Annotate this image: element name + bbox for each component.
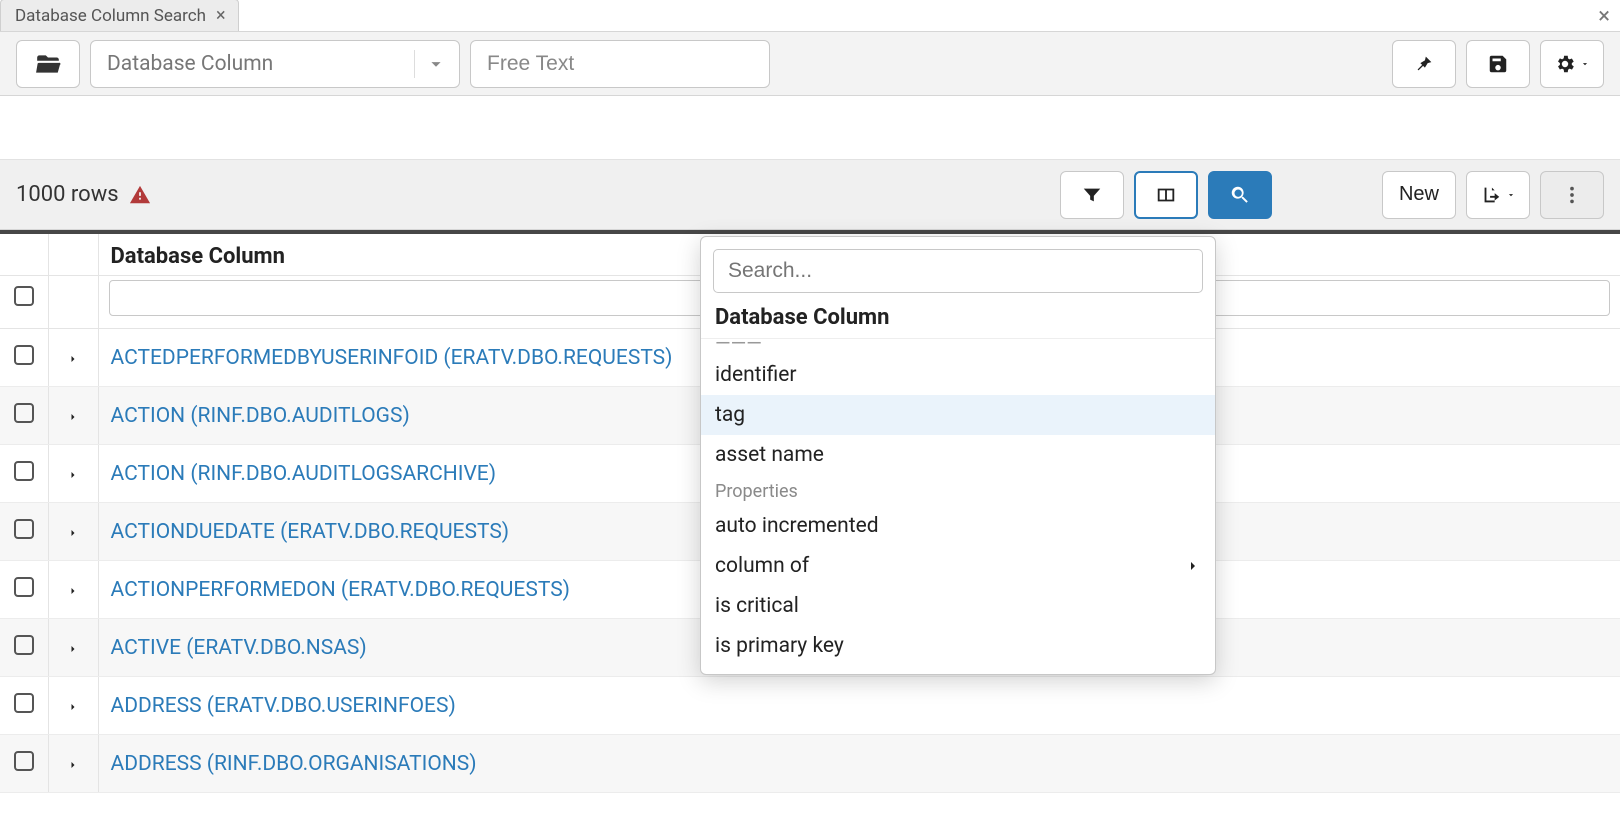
more-actions-button[interactable] bbox=[1540, 171, 1604, 219]
select-all-checkbox[interactable] bbox=[14, 286, 34, 306]
filter-button[interactable] bbox=[1060, 171, 1124, 219]
row-checkbox[interactable] bbox=[14, 635, 34, 655]
column-picker-item-label: auto incremented bbox=[715, 514, 879, 538]
column-picker-item-label: column of bbox=[715, 554, 809, 578]
criteria-bar bbox=[0, 96, 1620, 160]
caret-right-icon bbox=[67, 643, 79, 655]
chevron-down-icon bbox=[425, 53, 447, 75]
open-folder-button[interactable] bbox=[16, 40, 80, 88]
columns-icon bbox=[1155, 184, 1177, 206]
caret-right-icon bbox=[67, 759, 79, 771]
chevron-right-icon bbox=[1185, 558, 1201, 574]
export-icon bbox=[1480, 184, 1502, 206]
funnel-icon bbox=[1081, 184, 1103, 206]
row-link[interactable]: ACTION (RINF.DBO.AUDITLOGSARCHIVE) bbox=[111, 462, 497, 486]
new-button[interactable]: New bbox=[1382, 171, 1456, 219]
save-icon bbox=[1487, 53, 1509, 75]
caret-right-icon bbox=[67, 411, 79, 423]
column-picker-group-label: Properties bbox=[701, 475, 1215, 506]
columns-button[interactable] bbox=[1134, 171, 1198, 219]
caret-right-icon bbox=[67, 701, 79, 713]
caret-right-icon bbox=[67, 353, 79, 365]
row-checkbox[interactable] bbox=[14, 693, 34, 713]
column-picker-item[interactable]: auto incremented bbox=[701, 506, 1215, 546]
caret-down-icon bbox=[1506, 190, 1516, 200]
column-picker-item[interactable]: column of bbox=[701, 546, 1215, 586]
tab-bar: Database Column Search × × bbox=[0, 0, 1620, 32]
settings-button[interactable] bbox=[1540, 40, 1604, 88]
column-picker-item-label: is critical bbox=[715, 594, 799, 618]
caret-right-icon bbox=[67, 527, 79, 539]
row-link[interactable]: ADDRESS (RINF.DBO.ORGANISATIONS) bbox=[111, 752, 477, 776]
close-icon[interactable]: × bbox=[216, 7, 226, 25]
pin-button[interactable] bbox=[1392, 40, 1456, 88]
column-picker-search-input[interactable] bbox=[713, 249, 1203, 293]
save-button[interactable] bbox=[1466, 40, 1530, 88]
expand-row-button[interactable] bbox=[67, 752, 79, 776]
folder-open-icon bbox=[35, 51, 61, 77]
window-close-icon[interactable]: × bbox=[1598, 4, 1610, 29]
expand-row-button[interactable] bbox=[67, 694, 79, 718]
expand-header bbox=[48, 234, 98, 276]
expand-row-button[interactable] bbox=[67, 578, 79, 602]
row-checkbox[interactable] bbox=[14, 751, 34, 771]
column-picker-popover: Database Column ———identifiertagasset na… bbox=[700, 236, 1216, 675]
expand-row-button[interactable] bbox=[67, 462, 79, 486]
column-picker-item[interactable]: identifier bbox=[701, 355, 1215, 395]
select-all-header bbox=[0, 234, 48, 276]
row-link[interactable]: ADDRESS (ERATV.DBO.USERINFOES) bbox=[111, 694, 456, 718]
row-checkbox[interactable] bbox=[14, 577, 34, 597]
free-text-input[interactable] bbox=[470, 40, 770, 88]
tab-title: Database Column Search bbox=[15, 6, 206, 26]
kebab-icon bbox=[1561, 184, 1583, 206]
column-picker-item[interactable]: is critical bbox=[701, 586, 1215, 626]
row-checkbox[interactable] bbox=[14, 345, 34, 365]
caret-right-icon bbox=[67, 585, 79, 597]
gear-icon bbox=[1554, 53, 1576, 75]
expand-row-button[interactable] bbox=[67, 346, 79, 370]
expand-row-button[interactable] bbox=[67, 520, 79, 544]
search-icon bbox=[1229, 184, 1251, 206]
warning-icon bbox=[129, 184, 151, 206]
column-picker-section-title: Database Column bbox=[701, 303, 1215, 338]
search-toolbar: Database Column bbox=[0, 32, 1620, 96]
row-link[interactable]: ACTIONPERFORMEDON (ERATV.DBO.REQUESTS) bbox=[111, 578, 570, 602]
export-button[interactable] bbox=[1466, 171, 1530, 219]
caret-down-icon bbox=[1580, 59, 1590, 69]
caret-right-icon bbox=[67, 469, 79, 481]
row-checkbox[interactable] bbox=[14, 461, 34, 481]
tab-database-column-search[interactable]: Database Column Search × bbox=[0, 0, 239, 31]
column-picker-item[interactable]: is primary key bbox=[701, 626, 1215, 666]
row-checkbox[interactable] bbox=[14, 403, 34, 423]
column-picker-item[interactable]: asset name bbox=[701, 435, 1215, 475]
row-link[interactable]: ACTEDPERFORMEDBYUSERINFOID (ERATV.DBO.RE… bbox=[111, 346, 673, 370]
row-link[interactable]: ACTION (RINF.DBO.AUDITLOGS) bbox=[111, 404, 410, 428]
row-count: 1000 rows bbox=[16, 182, 151, 207]
row-count-label: 1000 rows bbox=[16, 182, 119, 207]
column-picker-item-label: is primary key bbox=[715, 634, 844, 658]
asset-type-select[interactable]: Database Column bbox=[90, 40, 460, 88]
pin-icon bbox=[1413, 53, 1435, 75]
search-button[interactable] bbox=[1208, 171, 1272, 219]
row-link[interactable]: ACTIONDUEDATE (ERATV.DBO.REQUESTS) bbox=[111, 520, 510, 544]
column-picker-item[interactable]: tag bbox=[701, 395, 1215, 435]
results-toolbar: 1000 rows New bbox=[0, 160, 1620, 230]
row-checkbox[interactable] bbox=[14, 519, 34, 539]
expand-row-button[interactable] bbox=[67, 636, 79, 660]
expand-row-button[interactable] bbox=[67, 404, 79, 428]
asset-type-value: Database Column bbox=[107, 52, 404, 76]
list-overflow-indicator: ——— bbox=[701, 338, 1215, 355]
table-row: ADDRESS (RINF.DBO.ORGANISATIONS) bbox=[0, 735, 1620, 793]
row-link[interactable]: ACTIVE (ERATV.DBO.NSAS) bbox=[111, 636, 367, 660]
table-row: ADDRESS (ERATV.DBO.USERINFOES) bbox=[0, 677, 1620, 735]
